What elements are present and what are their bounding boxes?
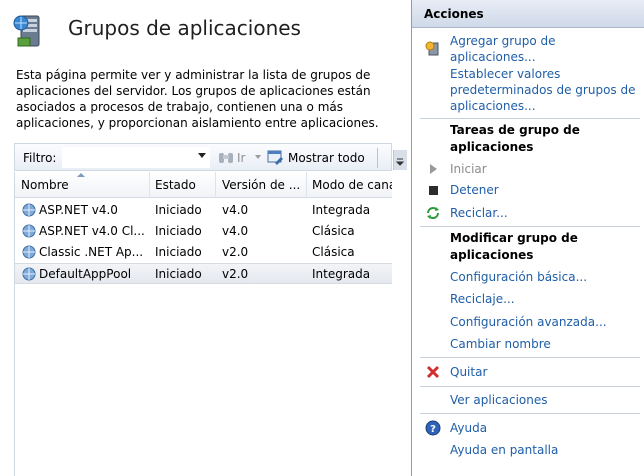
table-row-selected[interactable]: DefaultAppPool Iniciado v2.0 Integrada xyxy=(15,263,392,284)
pool-version: v4.0 xyxy=(222,203,249,217)
pool-name: Classic .NET Ap... xyxy=(39,245,144,259)
app-pool-icon xyxy=(22,245,36,259)
column-header-status[interactable]: Estado xyxy=(155,178,217,192)
show-all-button[interactable]: Mostrar todo xyxy=(288,151,365,165)
recycle-icon xyxy=(427,207,439,219)
column-header-version[interactable]: Versión de ... xyxy=(222,178,306,192)
go-dropdown-icon[interactable] xyxy=(255,155,261,159)
page-description: Esta página permite ver y administrar la… xyxy=(16,68,379,130)
pool-name: ASP.NET v4.0 Cl... xyxy=(39,224,145,238)
recycling-link[interactable]: Reciclaje... xyxy=(450,291,515,307)
actions-title: Acciones xyxy=(424,7,484,21)
app-pools-pane: Grupos de aplicaciones Esta página permi… xyxy=(0,0,407,476)
start-icon xyxy=(430,164,437,174)
pool-pipeline: Clásica xyxy=(312,245,355,259)
pool-pipeline: Integrada xyxy=(312,203,371,217)
column-header-name[interactable]: Nombre xyxy=(21,178,141,192)
modify-heading: Modificar grupo de aplicaciones xyxy=(450,231,578,262)
filter-input[interactable] xyxy=(62,147,210,168)
start-link[interactable]: Iniciar xyxy=(450,161,487,177)
table-row[interactable]: ASP.NET v4.0 Cl... Iniciado v4.0 Clásica xyxy=(15,221,392,242)
pool-status: Iniciado xyxy=(155,203,202,217)
recycle-link[interactable]: Reciclar... xyxy=(450,205,508,221)
add-app-pool-icon xyxy=(425,41,439,56)
column-header-pipeline[interactable]: Modo de cana xyxy=(312,178,392,192)
add-app-pool-link[interactable]: Agregar grupo de aplicaciones... xyxy=(450,33,620,65)
set-defaults-link[interactable]: Establecer valores predeterminados de gr… xyxy=(450,66,640,114)
basic-settings-link[interactable]: Configuración básica... xyxy=(450,269,587,285)
go-button[interactable]: Ir xyxy=(237,151,245,165)
view-applications-link[interactable]: Ver aplicaciones xyxy=(450,392,548,408)
online-help-link[interactable]: Ayuda en pantalla xyxy=(450,442,558,458)
table-row[interactable]: ASP.NET v4.0 Iniciado v4.0 Integrada xyxy=(15,200,392,221)
remove-icon xyxy=(426,365,440,379)
pool-version: v4.0 xyxy=(222,224,249,238)
tasks-heading: Tareas de grupo de aplicaciones xyxy=(450,123,580,154)
app-pool-icon xyxy=(22,224,36,238)
remove-link[interactable]: Quitar xyxy=(450,364,487,380)
pool-name: DefaultAppPool xyxy=(39,267,132,281)
show-all-icon[interactable] xyxy=(267,149,285,166)
app-pools-grid: Nombre Estado Versión de ... Modo de can… xyxy=(14,172,392,476)
app-pools-icon xyxy=(13,15,40,47)
filter-toolbar: Filtro: Ir Mostrar todo xyxy=(14,143,407,171)
help-link[interactable]: Ayuda xyxy=(450,420,487,436)
rename-link[interactable]: Cambiar nombre xyxy=(450,336,551,352)
filter-label: Filtro: xyxy=(23,151,57,165)
pool-name: ASP.NET v4.0 xyxy=(39,203,118,217)
app-pool-icon xyxy=(22,267,36,281)
toolbar-separator xyxy=(377,148,378,168)
actions-pane: Acciones Agregar grupo de aplicaciones..… xyxy=(411,0,644,476)
app-pool-icon xyxy=(22,203,36,217)
pool-status: Iniciado xyxy=(155,267,202,281)
sort-ascending-icon xyxy=(77,173,85,177)
help-icon: ? xyxy=(425,420,441,436)
pool-version: v2.0 xyxy=(222,267,249,281)
svg-text:?: ? xyxy=(430,424,436,435)
grid-header: Nombre Estado Versión de ... Modo de can… xyxy=(15,172,392,198)
binoculars-icon[interactable] xyxy=(218,150,234,165)
pool-pipeline: Integrada xyxy=(312,267,371,281)
filter-dropdown-icon[interactable] xyxy=(198,153,206,158)
actions-header: Acciones xyxy=(412,0,644,28)
pool-status: Iniciado xyxy=(155,245,202,259)
chevron-down-icon xyxy=(395,158,405,166)
pool-status: Iniciado xyxy=(155,224,202,238)
table-row[interactable]: Classic .NET Ap... Iniciado v2.0 Clásica xyxy=(15,242,392,263)
toolbar-overflow-button[interactable] xyxy=(393,150,407,170)
stop-link[interactable]: Detener xyxy=(450,182,499,198)
stop-icon xyxy=(429,186,438,195)
pool-version: v2.0 xyxy=(222,245,249,259)
pool-pipeline: Clásica xyxy=(312,224,355,238)
advanced-settings-link[interactable]: Configuración avanzada... xyxy=(450,314,607,330)
page-title: Grupos de aplicaciones xyxy=(68,16,301,40)
